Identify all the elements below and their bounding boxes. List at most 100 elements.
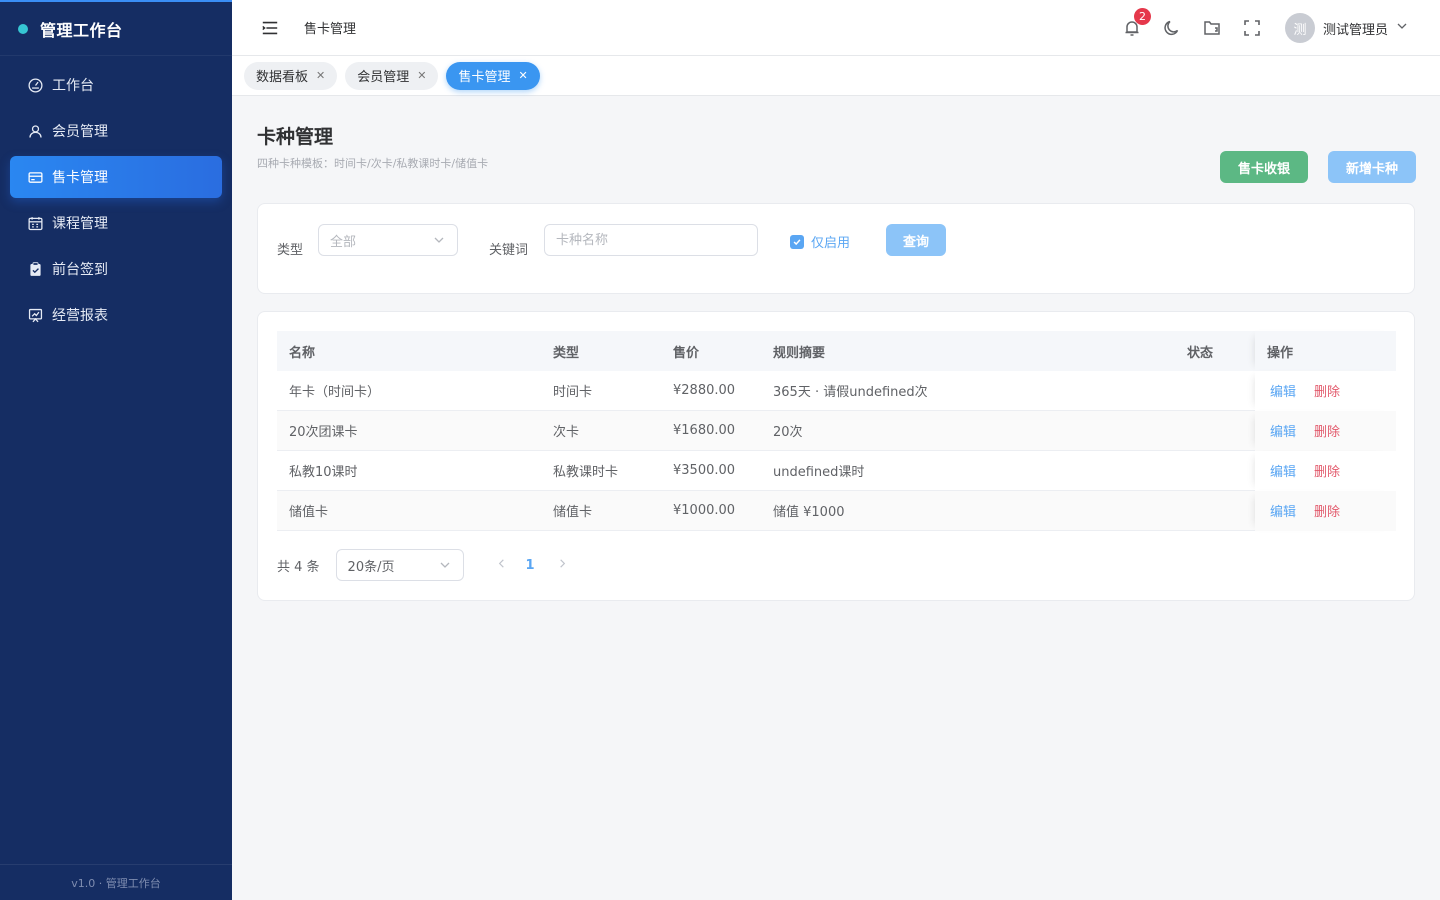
sidebar-item-reports[interactable]: 经营报表	[10, 294, 222, 336]
checkin-icon	[26, 260, 44, 278]
brand-logo-dot	[18, 23, 28, 34]
fullscreen-icon[interactable]	[1241, 17, 1263, 39]
keyword-filter-label: 关键词	[489, 243, 529, 258]
cell-price: ¥1000.00	[673, 503, 736, 518]
cell-rule: 20次	[773, 425, 803, 440]
cell-name: 私教10课时	[289, 465, 358, 480]
type-filter-label: 类型	[277, 243, 304, 258]
edit-link[interactable]: 编辑	[1270, 381, 1296, 400]
table-row: 年卡（时间卡） 时间卡 ¥2880.00 365天 · 请假undefined次…	[277, 370, 1396, 411]
tab-data-dashboard[interactable]: 数据看板 ✕	[244, 61, 338, 90]
page-description: 四种卡种模板：时间卡/次卡/私教课时卡/储值卡	[257, 157, 489, 170]
keyword-input[interactable]	[544, 224, 758, 256]
query-button[interactable]: 查询	[886, 224, 946, 256]
checkbox-checked-icon	[790, 234, 804, 249]
tab-card-sales[interactable]: 售卡管理 ✕	[446, 61, 540, 90]
next-page-icon[interactable]	[553, 558, 573, 573]
sidebar-item-members[interactable]: 会员管理	[10, 110, 222, 152]
prev-page-icon[interactable]	[492, 558, 512, 573]
sidebar-item-card-sales[interactable]: 售卡管理	[10, 156, 222, 198]
tab-label: 数据看板	[256, 70, 309, 85]
menu-toggle-icon[interactable]	[260, 18, 280, 38]
brand-title: 管理工作台	[40, 20, 123, 40]
cell-name: 储值卡	[289, 505, 329, 520]
pagination: 共 4 条 20条/页 1	[277, 549, 573, 581]
cell-type: 时间卡	[553, 385, 593, 400]
notification-bell-icon[interactable]: 2	[1121, 8, 1151, 39]
card-type-table-panel: 名称 类型 售价 规则摘要 状态 操作 年卡（时间卡） 时间卡 ¥2880.00…	[257, 311, 1415, 601]
delete-link[interactable]: 删除	[1314, 461, 1340, 480]
cell-price: ¥3500.00	[673, 463, 736, 478]
close-icon[interactable]: ✕	[417, 69, 426, 82]
table-row: 储值卡 储值卡 ¥1000.00 储值 ¥1000 编辑 删除	[277, 490, 1396, 531]
sidebar-item-label: 经营报表	[52, 308, 108, 324]
column-header-rule: 规则摘要	[773, 345, 826, 361]
column-header-price: 售价	[673, 345, 700, 361]
page-size-select[interactable]: 20条/页	[335, 549, 464, 581]
report-icon	[26, 306, 44, 324]
sidebar-item-checkin[interactable]: 前台签到	[10, 248, 222, 290]
header-actions: 2 测 测试管理员	[1121, 0, 1440, 56]
sidebar-item-label: 会员管理	[52, 124, 108, 140]
cell-rule: 365天 · 请假undefined次	[773, 385, 928, 400]
chevron-down-icon	[439, 559, 451, 575]
tab-label: 会员管理	[357, 70, 410, 85]
main-content: 卡种管理 四种卡种模板：时间卡/次卡/私教课时卡/储值卡 售卡收银 新增卡种 类…	[232, 96, 1440, 900]
cell-price: ¥2880.00	[673, 383, 736, 398]
sidebar-menu: 工作台 会员管理 售卡管理 课程管理 前台签到 经营报表	[0, 56, 232, 336]
dark-mode-moon-icon[interactable]	[1161, 17, 1183, 39]
avatar: 测	[1284, 13, 1315, 43]
user-menu[interactable]: 测 测试管理员	[1284, 13, 1408, 43]
cell-actions: 编辑 删除	[1255, 490, 1396, 531]
cell-rule: undefined课时	[773, 465, 865, 480]
column-header-name: 名称	[289, 345, 316, 361]
brand: 管理工作台	[0, 2, 232, 56]
sidebar-item-label: 前台签到	[52, 262, 108, 278]
delete-link[interactable]: 删除	[1314, 501, 1340, 520]
cell-rule: 储值 ¥1000	[773, 505, 845, 520]
edit-link[interactable]: 编辑	[1270, 461, 1296, 480]
type-select-value: 全部	[330, 234, 357, 250]
table-row: 20次团课卡 次卡 ¥1680.00 20次 编辑 删除	[277, 410, 1396, 451]
tab-label: 售卡管理	[458, 70, 511, 85]
sell-card-button[interactable]: 售卡收银	[1220, 151, 1308, 183]
delete-link[interactable]: 删除	[1314, 421, 1340, 440]
enabled-only-checkbox[interactable]: 仅启用	[790, 232, 850, 251]
username: 测试管理员	[1322, 22, 1388, 38]
filter-panel: 类型 全部 关键词 仅启用 查询	[257, 203, 1415, 294]
notification-badge: 2	[1133, 8, 1151, 25]
wallet-icon[interactable]	[1201, 17, 1223, 39]
sidebar-item-label: 工作台	[52, 78, 94, 94]
cell-type: 私教课时卡	[553, 465, 619, 480]
delete-link[interactable]: 删除	[1314, 381, 1340, 400]
cell-type: 次卡	[553, 425, 580, 440]
sidebar-item-dashboard[interactable]: 工作台	[10, 64, 222, 106]
chevron-down-icon	[433, 234, 445, 250]
chevron-down-icon	[1396, 20, 1408, 36]
type-select[interactable]: 全部	[318, 224, 458, 256]
add-card-type-button[interactable]: 新增卡种	[1328, 151, 1416, 183]
pagination-total: 共 4 条	[277, 559, 320, 575]
calendar-icon	[26, 214, 44, 232]
edit-link[interactable]: 编辑	[1270, 501, 1296, 520]
column-header-type: 类型	[553, 345, 580, 361]
close-icon[interactable]: ✕	[316, 69, 325, 82]
column-header-actions: 操作	[1255, 331, 1396, 371]
cell-actions: 编辑 删除	[1255, 450, 1396, 491]
page-title: 卡种管理	[257, 126, 334, 148]
table-header: 名称 类型 售价 规则摘要 状态 操作	[277, 331, 1396, 371]
sidebar-footer: v1.0 · 管理工作台	[0, 864, 232, 900]
cell-actions: 编辑 删除	[1255, 370, 1396, 411]
close-icon[interactable]: ✕	[518, 69, 527, 82]
sidebar-item-courses[interactable]: 课程管理	[10, 202, 222, 244]
user-icon	[26, 122, 44, 140]
page-number-current[interactable]: 1	[526, 558, 535, 573]
header-breadcrumb: 售卡管理	[304, 22, 357, 37]
dashboard-icon	[26, 76, 44, 94]
tab-members[interactable]: 会员管理 ✕	[345, 61, 439, 90]
top-header: 售卡管理 2 测 测试管理员	[232, 0, 1440, 56]
table-row: 私教10课时 私教课时卡 ¥3500.00 undefined课时 编辑 删除	[277, 450, 1396, 491]
column-header-status: 状态	[1187, 345, 1214, 361]
edit-link[interactable]: 编辑	[1270, 421, 1296, 440]
page-size-value: 20条/页	[347, 559, 395, 575]
